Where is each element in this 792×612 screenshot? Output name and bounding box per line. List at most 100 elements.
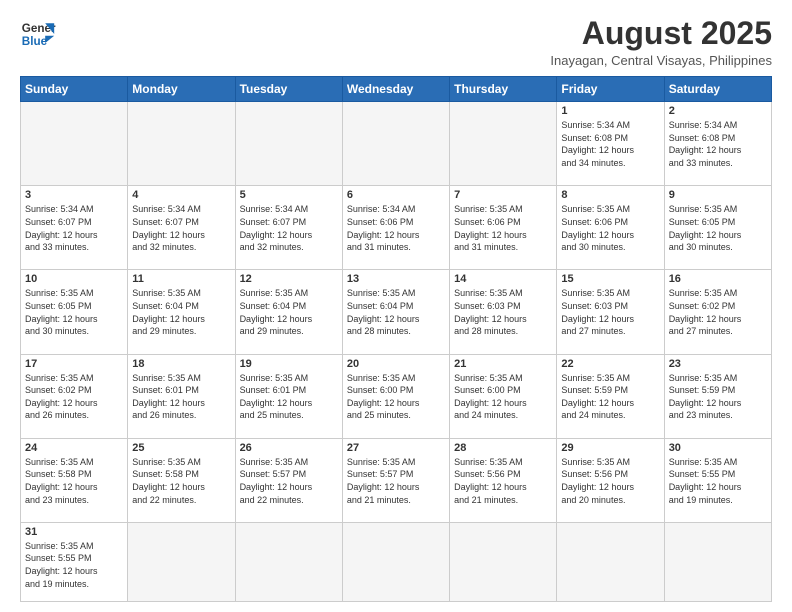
weekday-header: Saturday bbox=[664, 77, 771, 102]
day-number: 28 bbox=[454, 442, 552, 454]
day-info: Sunrise: 5:35 AM Sunset: 6:04 PM Dayligh… bbox=[347, 287, 445, 337]
calendar-week-row: 10 Sunrise: 5:35 AM Sunset: 6:05 PM Dayli… bbox=[21, 270, 772, 354]
day-number: 19 bbox=[240, 358, 338, 370]
day-info: Sunrise: 5:35 AM Sunset: 6:06 PM Dayligh… bbox=[561, 203, 659, 253]
calendar-cell: 24 Sunrise: 5:35 AM Sunset: 5:58 PM Dayli… bbox=[21, 438, 128, 522]
day-info: Sunrise: 5:35 AM Sunset: 6:05 PM Dayligh… bbox=[25, 287, 123, 337]
calendar-cell: 10 Sunrise: 5:35 AM Sunset: 6:05 PM Dayli… bbox=[21, 270, 128, 354]
calendar-cell: 29Sunrise: 5:35 AM Sunset: 5:56 PM Dayli… bbox=[557, 438, 664, 522]
calendar-week-row: 17Sunrise: 5:35 AM Sunset: 6:02 PM Dayli… bbox=[21, 354, 772, 438]
day-info: Sunrise: 5:35 AM Sunset: 5:58 PM Dayligh… bbox=[132, 456, 230, 506]
calendar-cell bbox=[128, 102, 235, 186]
calendar-cell: 4 Sunrise: 5:34 AM Sunset: 6:07 PM Daylig… bbox=[128, 186, 235, 270]
day-info: Sunrise: 5:35 AM Sunset: 5:55 PM Dayligh… bbox=[25, 540, 123, 590]
weekday-header: Thursday bbox=[450, 77, 557, 102]
calendar-cell: 3Sunrise: 5:34 AM Sunset: 6:07 PM Daylig… bbox=[21, 186, 128, 270]
calendar-table: SundayMondayTuesdayWednesdayThursdayFrid… bbox=[20, 76, 772, 602]
day-number: 15 bbox=[561, 273, 659, 285]
calendar-cell: 11 Sunrise: 5:35 AM Sunset: 6:04 PM Dayli… bbox=[128, 270, 235, 354]
logo: General Blue bbox=[20, 16, 56, 52]
weekday-header: Wednesday bbox=[342, 77, 449, 102]
calendar-cell bbox=[235, 522, 342, 601]
calendar-cell bbox=[128, 522, 235, 601]
weekday-header: Friday bbox=[557, 77, 664, 102]
calendar-cell: 15Sunrise: 5:35 AM Sunset: 6:03 PM Dayli… bbox=[557, 270, 664, 354]
day-number: 25 bbox=[132, 442, 230, 454]
day-number: 21 bbox=[454, 358, 552, 370]
day-number: 24 bbox=[25, 442, 123, 454]
calendar-cell: 19Sunrise: 5:35 AM Sunset: 6:01 PM Dayli… bbox=[235, 354, 342, 438]
calendar-cell: 28 Sunrise: 5:35 AM Sunset: 5:56 PM Dayli… bbox=[450, 438, 557, 522]
day-info: Sunrise: 5:34 AM Sunset: 6:07 PM Dayligh… bbox=[25, 203, 123, 253]
day-info: Sunrise: 5:35 AM Sunset: 5:56 PM Dayligh… bbox=[454, 456, 552, 506]
day-info: Sunrise: 5:35 AM Sunset: 6:04 PM Dayligh… bbox=[132, 287, 230, 337]
calendar-cell: 31Sunrise: 5:35 AM Sunset: 5:55 PM Dayli… bbox=[21, 522, 128, 601]
calendar-cell: 18 Sunrise: 5:35 AM Sunset: 6:01 PM Dayli… bbox=[128, 354, 235, 438]
day-number: 7 bbox=[454, 189, 552, 201]
day-number: 4 bbox=[132, 189, 230, 201]
calendar-cell: 12Sunrise: 5:35 AM Sunset: 6:04 PM Dayli… bbox=[235, 270, 342, 354]
calendar-cell bbox=[342, 522, 449, 601]
day-info: Sunrise: 5:35 AM Sunset: 5:56 PM Dayligh… bbox=[561, 456, 659, 506]
calendar-cell bbox=[557, 522, 664, 601]
day-info: Sunrise: 5:35 AM Sunset: 6:01 PM Dayligh… bbox=[132, 372, 230, 422]
calendar-cell: 21 Sunrise: 5:35 AM Sunset: 6:00 PM Dayli… bbox=[450, 354, 557, 438]
logo-icon: General Blue bbox=[20, 16, 56, 52]
day-number: 8 bbox=[561, 189, 659, 201]
day-number: 2 bbox=[669, 105, 767, 117]
day-info: Sunrise: 5:35 AM Sunset: 6:05 PM Dayligh… bbox=[669, 203, 767, 253]
day-number: 16 bbox=[669, 273, 767, 285]
day-info: Sunrise: 5:34 AM Sunset: 6:08 PM Dayligh… bbox=[669, 119, 767, 169]
day-info: Sunrise: 5:35 AM Sunset: 5:55 PM Dayligh… bbox=[669, 456, 767, 506]
day-number: 1 bbox=[561, 105, 659, 117]
day-info: Sunrise: 5:34 AM Sunset: 6:08 PM Dayligh… bbox=[561, 119, 659, 169]
calendar-cell: 20Sunrise: 5:35 AM Sunset: 6:00 PM Dayli… bbox=[342, 354, 449, 438]
svg-text:Blue: Blue bbox=[22, 35, 48, 48]
day-info: Sunrise: 5:35 AM Sunset: 6:00 PM Dayligh… bbox=[454, 372, 552, 422]
day-number: 11 bbox=[132, 273, 230, 285]
calendar-week-row: 31Sunrise: 5:35 AM Sunset: 5:55 PM Dayli… bbox=[21, 522, 772, 601]
day-number: 10 bbox=[25, 273, 123, 285]
day-number: 27 bbox=[347, 442, 445, 454]
day-number: 30 bbox=[669, 442, 767, 454]
day-number: 6 bbox=[347, 189, 445, 201]
day-info: Sunrise: 5:35 AM Sunset: 6:03 PM Dayligh… bbox=[454, 287, 552, 337]
calendar-cell bbox=[664, 522, 771, 601]
calendar-cell: 9Sunrise: 5:35 AM Sunset: 6:05 PM Daylig… bbox=[664, 186, 771, 270]
weekday-header: Sunday bbox=[21, 77, 128, 102]
day-number: 14 bbox=[454, 273, 552, 285]
calendar-cell: 26Sunrise: 5:35 AM Sunset: 5:57 PM Dayli… bbox=[235, 438, 342, 522]
calendar-cell: 1 Sunrise: 5:34 AM Sunset: 6:08 PM Daylig… bbox=[557, 102, 664, 186]
day-info: Sunrise: 5:35 AM Sunset: 5:58 PM Dayligh… bbox=[25, 456, 123, 506]
calendar-cell: 16Sunrise: 5:35 AM Sunset: 6:02 PM Dayli… bbox=[664, 270, 771, 354]
calendar-cell bbox=[235, 102, 342, 186]
calendar-cell bbox=[21, 102, 128, 186]
day-info: Sunrise: 5:35 AM Sunset: 5:57 PM Dayligh… bbox=[240, 456, 338, 506]
day-number: 12 bbox=[240, 273, 338, 285]
calendar-cell: 2 Sunrise: 5:34 AM Sunset: 6:08 PM Daylig… bbox=[664, 102, 771, 186]
calendar-cell: 25 Sunrise: 5:35 AM Sunset: 5:58 PM Dayli… bbox=[128, 438, 235, 522]
calendar-cell bbox=[450, 102, 557, 186]
weekday-header: Tuesday bbox=[235, 77, 342, 102]
calendar-week-row: 3Sunrise: 5:34 AM Sunset: 6:07 PM Daylig… bbox=[21, 186, 772, 270]
calendar-cell: 5Sunrise: 5:34 AM Sunset: 6:07 PM Daylig… bbox=[235, 186, 342, 270]
day-info: Sunrise: 5:34 AM Sunset: 6:07 PM Dayligh… bbox=[240, 203, 338, 253]
day-info: Sunrise: 5:35 AM Sunset: 5:59 PM Dayligh… bbox=[561, 372, 659, 422]
day-number: 18 bbox=[132, 358, 230, 370]
day-info: Sunrise: 5:35 AM Sunset: 6:06 PM Dayligh… bbox=[454, 203, 552, 253]
day-number: 13 bbox=[347, 273, 445, 285]
calendar-cell bbox=[450, 522, 557, 601]
calendar-cell: 8 Sunrise: 5:35 AM Sunset: 6:06 PM Daylig… bbox=[557, 186, 664, 270]
location: Inayagan, Central Visayas, Philippines bbox=[550, 53, 772, 68]
calendar-cell: 23Sunrise: 5:35 AM Sunset: 5:59 PM Dayli… bbox=[664, 354, 771, 438]
calendar-week-row: 24 Sunrise: 5:35 AM Sunset: 5:58 PM Dayli… bbox=[21, 438, 772, 522]
weekday-header-row: SundayMondayTuesdayWednesdayThursdayFrid… bbox=[21, 77, 772, 102]
calendar-cell: 22Sunrise: 5:35 AM Sunset: 5:59 PM Dayli… bbox=[557, 354, 664, 438]
calendar-cell: 6Sunrise: 5:34 AM Sunset: 6:06 PM Daylig… bbox=[342, 186, 449, 270]
calendar-cell: 7 Sunrise: 5:35 AM Sunset: 6:06 PM Daylig… bbox=[450, 186, 557, 270]
page: General Blue August 2025 Inayagan, Centr… bbox=[0, 0, 792, 612]
day-info: Sunrise: 5:34 AM Sunset: 6:07 PM Dayligh… bbox=[132, 203, 230, 253]
day-number: 20 bbox=[347, 358, 445, 370]
calendar-week-row: 1 Sunrise: 5:34 AM Sunset: 6:08 PM Daylig… bbox=[21, 102, 772, 186]
calendar-cell: 27Sunrise: 5:35 AM Sunset: 5:57 PM Dayli… bbox=[342, 438, 449, 522]
